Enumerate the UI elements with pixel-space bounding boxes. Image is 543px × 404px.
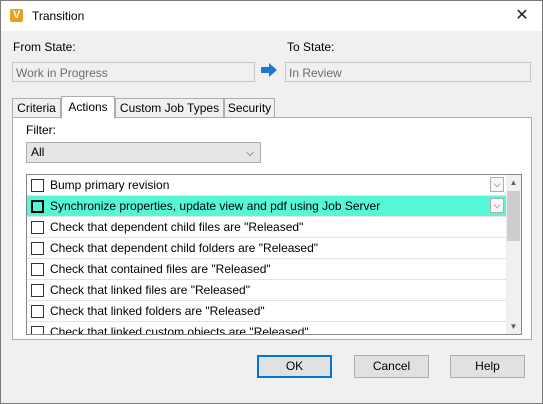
to-state-field: In Review — [285, 62, 531, 82]
action-checkbox[interactable] — [31, 305, 44, 318]
chevron-down-icon: ⌵ — [493, 179, 501, 189]
action-checkbox[interactable] — [31, 242, 44, 255]
cancel-button[interactable]: Cancel — [354, 355, 429, 378]
action-checkbox[interactable] — [31, 200, 44, 213]
help-button[interactable]: Help — [450, 355, 525, 378]
action-checkbox[interactable] — [31, 284, 44, 297]
tab-custom-job-types[interactable]: Custom Job Types — [115, 98, 224, 117]
action-label: Check that dependent child files are "Re… — [50, 220, 304, 234]
from-state-field: Work in Progress — [12, 62, 255, 82]
action-row[interactable]: Check that contained files are "Released… — [27, 259, 506, 280]
chevron-down-icon: ⌵ — [493, 200, 501, 210]
action-row[interactable]: Bump primary revision ⌵ — [27, 175, 506, 196]
tab-actions[interactable]: Actions — [61, 96, 115, 119]
action-label: Check that linked folders are "Released" — [50, 304, 265, 318]
vault-app-icon: V — [10, 9, 23, 22]
action-row[interactable]: Check that linked custom objects are "Re… — [27, 322, 506, 335]
scroll-down-arrow-icon[interactable]: ▼ — [506, 319, 521, 334]
to-state-label: To State: — [287, 40, 335, 54]
action-row[interactable]: Check that dependent child files are "Re… — [27, 217, 506, 238]
action-label: Synchronize properties, update view and … — [50, 199, 381, 213]
action-label: Check that linked files are "Released" — [50, 283, 250, 297]
action-label: Check that dependent child folders are "… — [50, 241, 319, 255]
tab-security[interactable]: Security — [224, 98, 275, 117]
action-checkbox[interactable] — [31, 326, 44, 334]
filter-dropdown[interactable]: All ⌵ — [26, 142, 261, 163]
from-state-label: From State: — [13, 40, 76, 54]
action-label: Bump primary revision — [50, 178, 170, 192]
action-checkbox[interactable] — [31, 221, 44, 234]
scroll-up-arrow-icon[interactable]: ▲ — [506, 175, 521, 190]
title-bar: V Transition ✕ — [1, 1, 542, 31]
action-row[interactable]: Check that linked files are "Released" — [27, 280, 506, 301]
action-row[interactable]: Check that dependent child folders are "… — [27, 238, 506, 259]
actions-list: Bump primary revision ⌵ Synchronize prop… — [26, 174, 522, 335]
action-label: Check that contained files are "Released… — [50, 262, 271, 276]
chevron-down-icon: ⌵ — [246, 148, 254, 159]
filter-selected-value: All — [31, 145, 45, 159]
vertical-scrollbar[interactable]: ▲ ▼ — [506, 175, 521, 334]
action-row-selected[interactable]: Synchronize properties, update view and … — [27, 196, 506, 217]
tab-criteria[interactable]: Criteria — [12, 98, 61, 117]
filter-label: Filter: — [26, 123, 56, 137]
arrow-right-icon — [261, 63, 277, 77]
transition-dialog: V Transition ✕ From State: Work in Progr… — [0, 0, 543, 404]
row-dropdown-button[interactable]: ⌵ — [490, 177, 504, 192]
row-dropdown-button[interactable]: ⌵ — [490, 198, 504, 213]
close-button[interactable]: ✕ — [502, 1, 542, 31]
window-title: Transition — [32, 9, 85, 23]
actions-panel: Filter: All ⌵ Bump primary revision ⌵ Sy… — [12, 117, 532, 340]
scroll-thumb[interactable] — [507, 191, 520, 241]
action-checkbox[interactable] — [31, 179, 44, 192]
action-checkbox[interactable] — [31, 263, 44, 276]
ok-button[interactable]: OK — [257, 355, 332, 378]
action-label: Check that linked custom objects are "Re… — [50, 325, 309, 335]
action-row[interactable]: Check that linked folders are "Released" — [27, 301, 506, 322]
